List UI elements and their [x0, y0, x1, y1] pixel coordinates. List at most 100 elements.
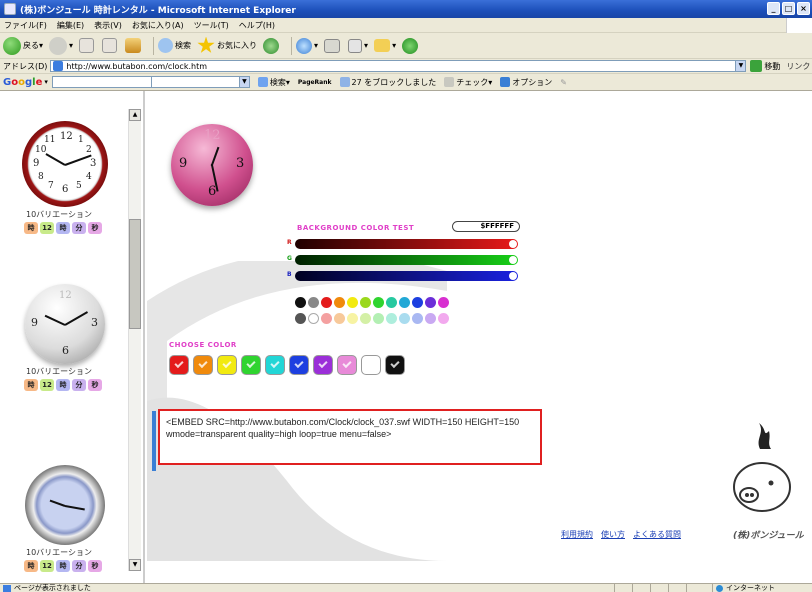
- menu-edit[interactable]: 編集(E): [57, 20, 84, 31]
- search-button[interactable]: 検索: [158, 38, 191, 53]
- option-12-button[interactable]: 12: [40, 560, 54, 572]
- folder-button[interactable]: ▾: [374, 39, 396, 52]
- preset-color-dot[interactable]: [360, 297, 371, 308]
- highlight-icon[interactable]: ✎: [560, 78, 567, 87]
- preset-color-dot[interactable]: [308, 297, 319, 308]
- preset-color-dot[interactable]: [334, 313, 345, 324]
- preset-color-dot[interactable]: [425, 313, 436, 324]
- print-button[interactable]: [324, 38, 342, 53]
- preset-color-dot[interactable]: [386, 313, 397, 324]
- history-button[interactable]: [263, 37, 281, 54]
- messenger-button[interactable]: [402, 37, 420, 54]
- option-hour2-button[interactable]: 時: [56, 560, 70, 572]
- option-hour2-button[interactable]: 時: [56, 222, 70, 234]
- option-minute-button[interactable]: 分: [72, 379, 86, 391]
- favorites-button[interactable]: お気に入り: [197, 36, 257, 55]
- preset-color-dot[interactable]: [412, 297, 423, 308]
- preset-color-dot[interactable]: [334, 297, 345, 308]
- scrollbar-thumb[interactable]: [129, 219, 141, 329]
- clock-color-swatch[interactable]: [193, 355, 213, 375]
- clock-color-swatch[interactable]: [241, 355, 261, 375]
- preset-color-dot[interactable]: [295, 313, 306, 324]
- option-12-button[interactable]: 12: [40, 379, 54, 391]
- preset-color-dot[interactable]: [360, 313, 371, 324]
- pagerank-indicator[interactable]: PageRank: [298, 79, 332, 86]
- scroll-up-icon[interactable]: ▲: [129, 109, 141, 121]
- clock-color-swatch[interactable]: [169, 355, 189, 375]
- red-slider[interactable]: R: [287, 239, 518, 249]
- option-hour-button[interactable]: 時: [24, 560, 38, 572]
- google-search-input-extension[interactable]: [151, 76, 240, 88]
- preset-color-dot[interactable]: [438, 313, 449, 324]
- google-search-input[interactable]: [51, 76, 152, 88]
- option-hour-button[interactable]: 時: [24, 379, 38, 391]
- option-12-button[interactable]: 12: [40, 222, 54, 234]
- preset-color-dot[interactable]: [386, 297, 397, 308]
- blue-slider-knob[interactable]: [509, 272, 517, 280]
- preset-color-dot[interactable]: [321, 313, 332, 324]
- clock-item-blue[interactable]: 10バリエーション 時 12 時 分 秒: [22, 465, 122, 572]
- google-menu-icon[interactable]: ▾: [44, 78, 48, 86]
- clock-color-swatch[interactable]: [217, 355, 237, 375]
- option-minute-button[interactable]: 分: [72, 560, 86, 572]
- spellcheck-button[interactable]: チェック ▾: [444, 77, 492, 88]
- google-logo[interactable]: Google: [3, 77, 42, 88]
- go-button[interactable]: 移動: [750, 60, 780, 72]
- clock-color-swatch[interactable]: [289, 355, 309, 375]
- preset-color-dot[interactable]: [321, 297, 332, 308]
- clock-color-swatch[interactable]: [385, 355, 405, 375]
- embed-code-textarea[interactable]: <EMBED SRC=http://www.butabon.com/Clock/…: [158, 409, 542, 465]
- option-minute-button[interactable]: 分: [72, 222, 86, 234]
- maximize-button[interactable]: □: [782, 2, 795, 15]
- clock-color-swatch[interactable]: [361, 355, 381, 375]
- option-hour-button[interactable]: 時: [24, 222, 38, 234]
- forward-button[interactable]: ▾: [49, 36, 73, 55]
- home-button[interactable]: [125, 38, 143, 53]
- preset-color-dot[interactable]: [295, 297, 306, 308]
- preset-color-dot[interactable]: [399, 297, 410, 308]
- close-button[interactable]: ×: [797, 2, 810, 15]
- red-slider-knob[interactable]: [509, 240, 517, 248]
- green-slider[interactable]: G: [287, 255, 518, 265]
- minimize-button[interactable]: _: [767, 2, 780, 15]
- option-second-button[interactable]: 秒: [88, 222, 102, 234]
- option-hour2-button[interactable]: 時: [56, 379, 70, 391]
- clock-color-swatch[interactable]: [265, 355, 285, 375]
- stop-button[interactable]: [79, 38, 96, 53]
- preset-color-dot[interactable]: [373, 313, 384, 324]
- how-to-link[interactable]: 使い方: [601, 529, 625, 540]
- option-second-button[interactable]: 秒: [88, 379, 102, 391]
- scroll-down-icon[interactable]: ▼: [129, 559, 141, 571]
- links-button[interactable]: リンク: [786, 61, 810, 72]
- clock-item-red[interactable]: 12 1 2 3 4 5 6 7 8 9 10 11 10バリエーション 時 1…: [22, 121, 122, 234]
- popup-blocker[interactable]: 27 をブロックしました: [339, 77, 436, 88]
- hex-color-input[interactable]: $FFFFFF: [452, 221, 520, 232]
- google-search-button[interactable]: 検索 ▾: [257, 77, 290, 88]
- address-dropdown-icon[interactable]: ▼: [735, 60, 747, 72]
- preset-color-dot[interactable]: [438, 297, 449, 308]
- preset-color-dot[interactable]: [308, 313, 319, 324]
- google-options-button[interactable]: オプション: [500, 77, 552, 88]
- address-input[interactable]: http://www.butabon.com/clock.htm: [50, 60, 737, 72]
- preset-color-dot[interactable]: [399, 313, 410, 324]
- preset-color-dot[interactable]: [347, 313, 358, 324]
- menu-tools[interactable]: ツール(T): [194, 20, 229, 31]
- preset-color-dot[interactable]: [347, 297, 358, 308]
- terms-link[interactable]: 利用規約: [561, 529, 593, 540]
- clock-color-swatch[interactable]: [313, 355, 333, 375]
- faq-link[interactable]: よくある質問: [633, 529, 681, 540]
- preset-color-dot[interactable]: [412, 313, 423, 324]
- google-dropdown-icon[interactable]: ▼: [238, 76, 250, 88]
- preset-color-dot[interactable]: [373, 297, 384, 308]
- mail-button[interactable]: ▾: [296, 37, 318, 54]
- preset-color-dot[interactable]: [425, 297, 436, 308]
- refresh-button[interactable]: [102, 38, 119, 53]
- option-second-button[interactable]: 秒: [88, 560, 102, 572]
- blue-slider[interactable]: B: [287, 271, 518, 281]
- brand-logo-text[interactable]: (株)ボンジュール: [733, 528, 804, 541]
- back-button[interactable]: 戻る ▾: [3, 36, 43, 55]
- edit-button[interactable]: ▾: [348, 38, 368, 53]
- menu-view[interactable]: 表示(V): [94, 20, 122, 31]
- menu-help[interactable]: ヘルプ(H): [239, 20, 275, 31]
- green-slider-knob[interactable]: [509, 256, 517, 264]
